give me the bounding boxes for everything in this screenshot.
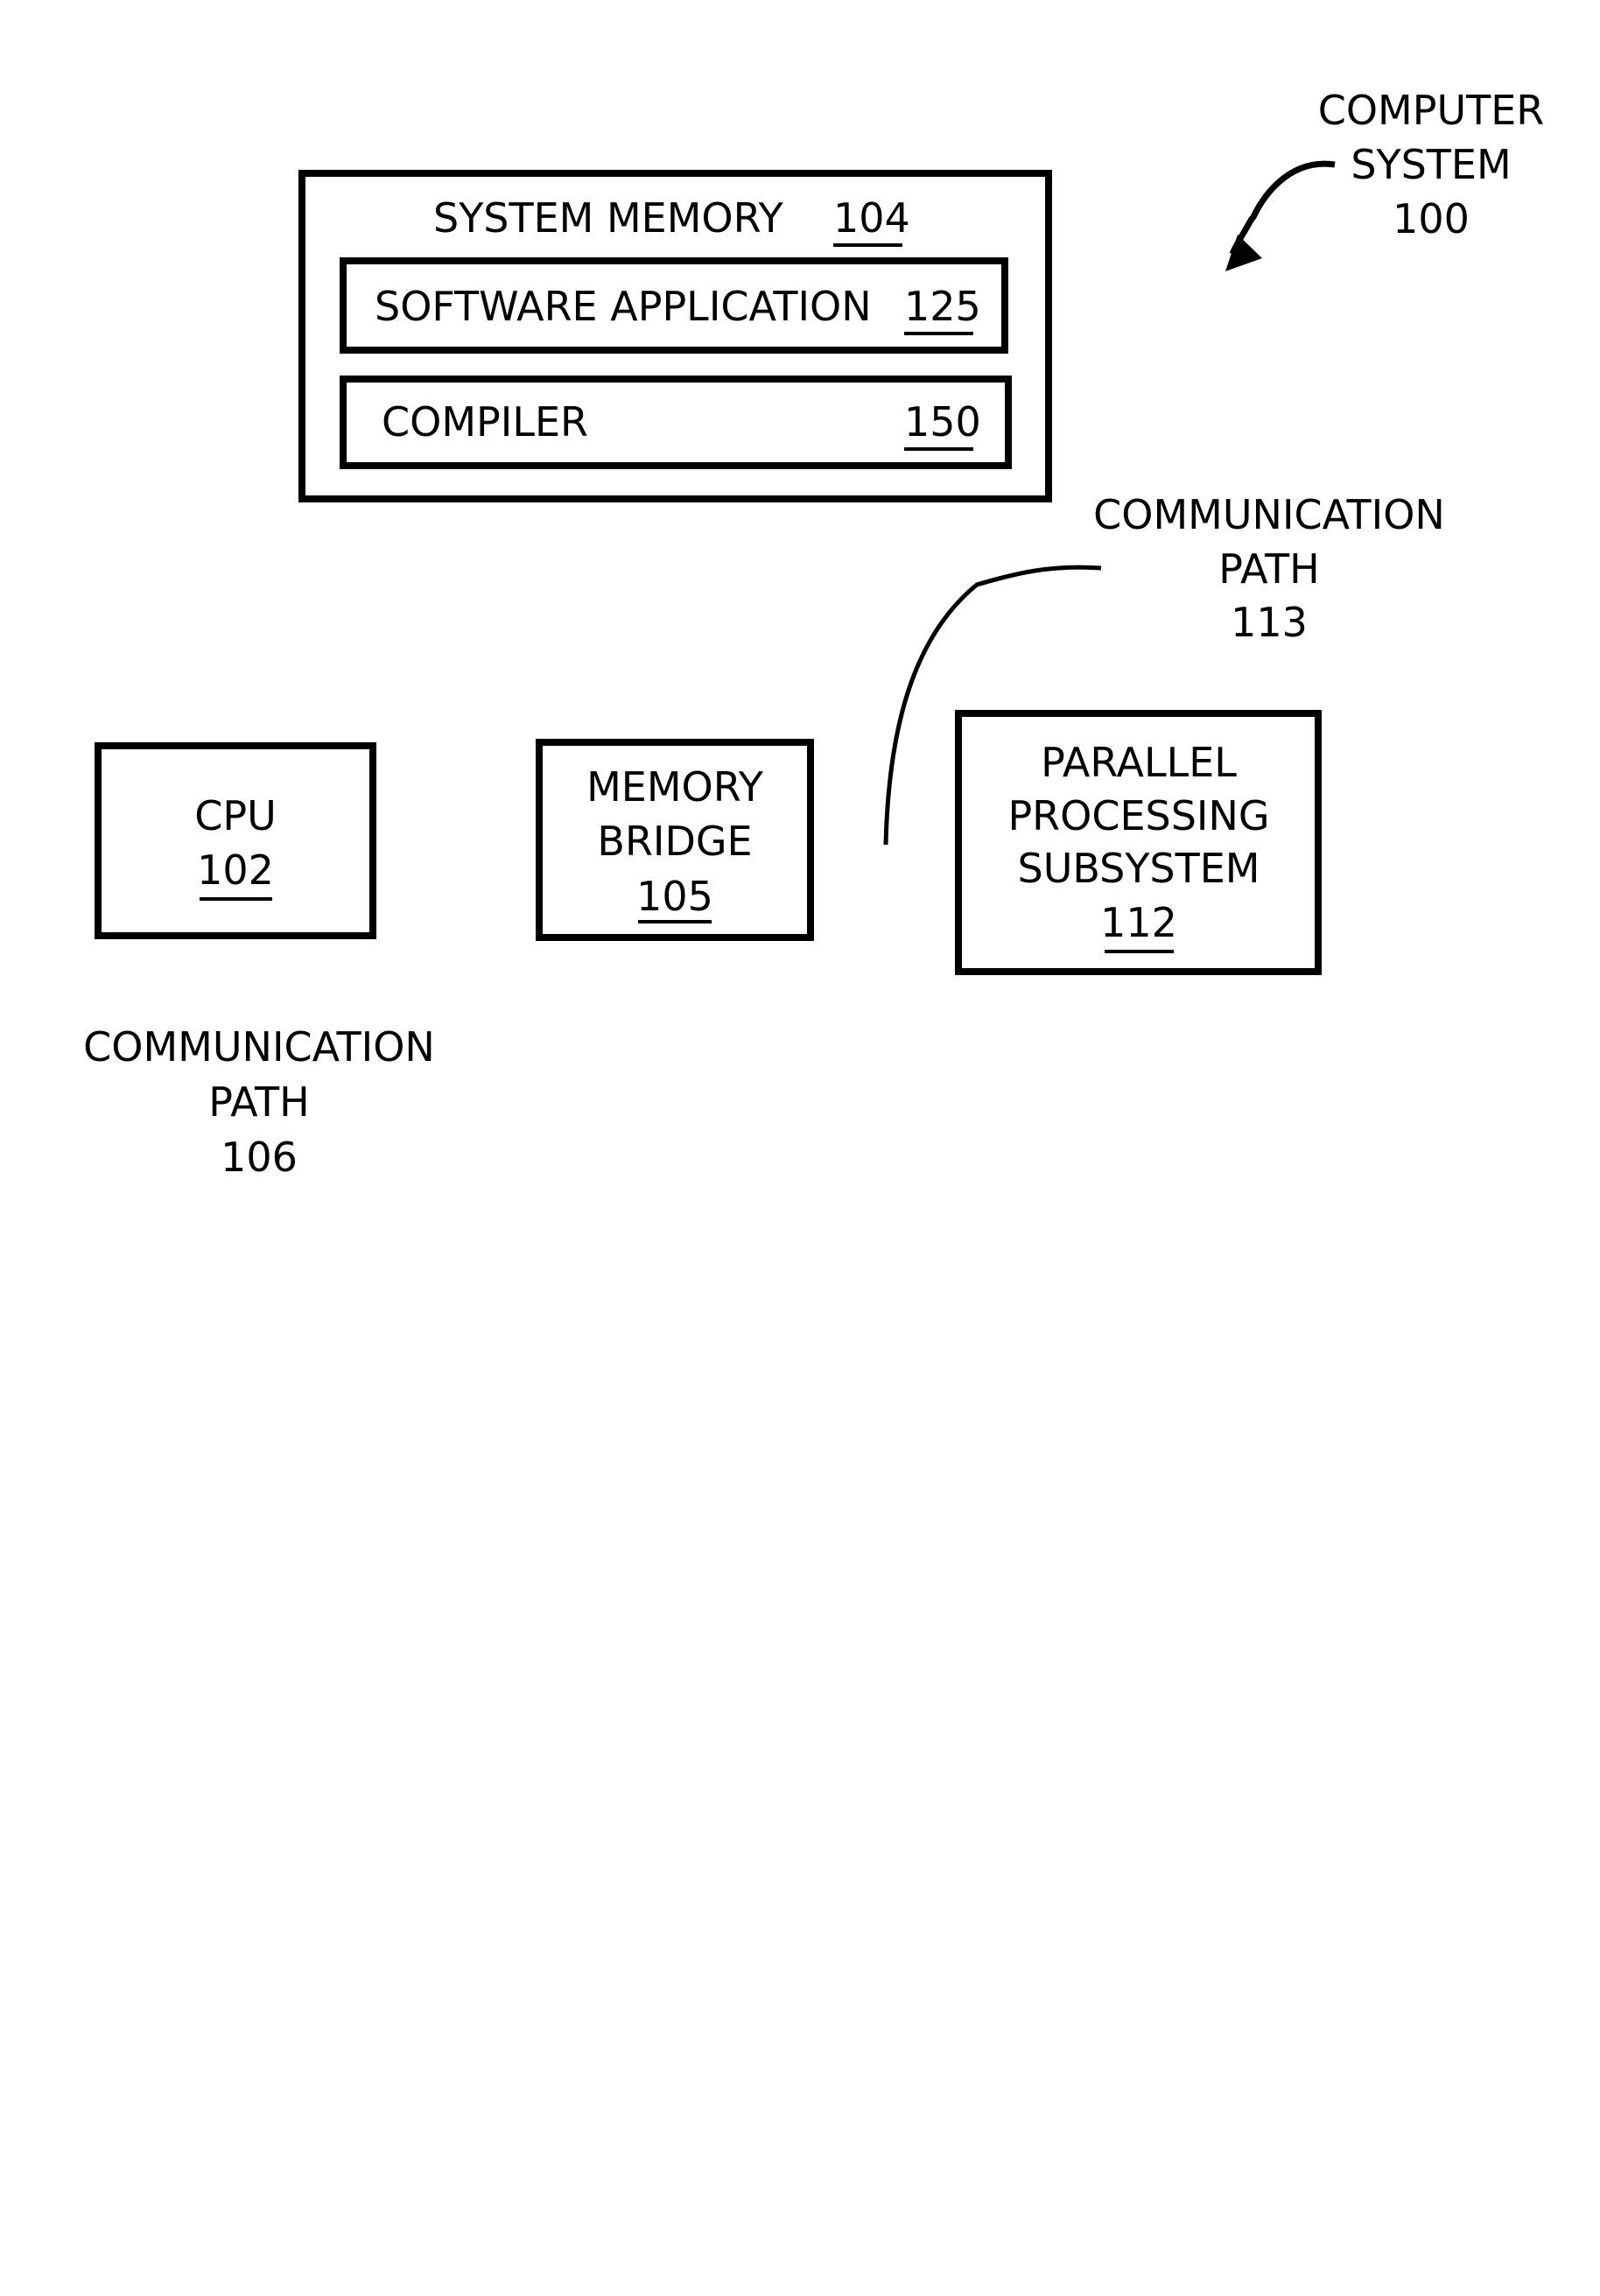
comm-path-113-line2: PATH	[1218, 545, 1319, 593]
cpu-block: CPU 102	[95, 742, 376, 939]
pps-ref: 112	[1100, 899, 1177, 946]
comm-path-113-line1: COMMUNICATION	[1093, 491, 1445, 538]
comm-path-106-ref: 106	[221, 1134, 298, 1181]
software-application-label: SOFTWARE APPLICATION	[375, 283, 872, 330]
system-memory-label: SYSTEM MEMORY	[433, 194, 784, 242]
memory-bridge-ref: 105	[636, 873, 713, 920]
system-memory-block: SYSTEM MEMORY 104 SOFTWARE APPLICATION 1…	[298, 170, 1052, 502]
computer-label-line2: SYSTEM	[1351, 141, 1511, 188]
memory-bridge-line2: BRIDGE	[597, 818, 752, 865]
reference-arrow-curve	[1229, 160, 1336, 256]
pps-line1: PARALLEL	[1041, 739, 1237, 786]
compiler-label: COMPILER	[382, 398, 588, 446]
computer-system-label: COMPUTER SYSTEM 100	[1225, 87, 1544, 271]
computer-system-diagram: SYSTEM MEMORY 104 SOFTWARE APPLICATION 1…	[83, 87, 1544, 1181]
comm-path-113-ref: 113	[1231, 599, 1308, 646]
computer-label-ref: 100	[1393, 195, 1470, 242]
compiler-ref: 150	[904, 398, 981, 446]
comm-path-106-line2: PATH	[208, 1078, 309, 1126]
system-memory-ref: 104	[833, 194, 910, 242]
computer-label-line1: COMPUTER	[1318, 87, 1545, 134]
memory-bridge-line1: MEMORY	[586, 763, 764, 811]
cpu-box	[95, 742, 376, 939]
comm-path-106-line1: COMMUNICATION	[83, 1023, 435, 1071]
memory-bridge-block: MEMORY BRIDGE 105	[536, 739, 814, 941]
cpu-label: CPU	[194, 792, 277, 839]
parallel-processing-subsystem-block: PARALLEL PROCESSING SUBSYSTEM 112	[955, 710, 1322, 975]
pps-line3: SUBSYSTEM	[1018, 845, 1260, 892]
software-application-ref: 125	[904, 283, 981, 330]
communication-path-106-callout: COMMUNICATION PATH 106	[83, 1023, 435, 1181]
cpu-ref: 102	[197, 846, 274, 894]
pps-line2: PROCESSING	[1007, 792, 1269, 839]
